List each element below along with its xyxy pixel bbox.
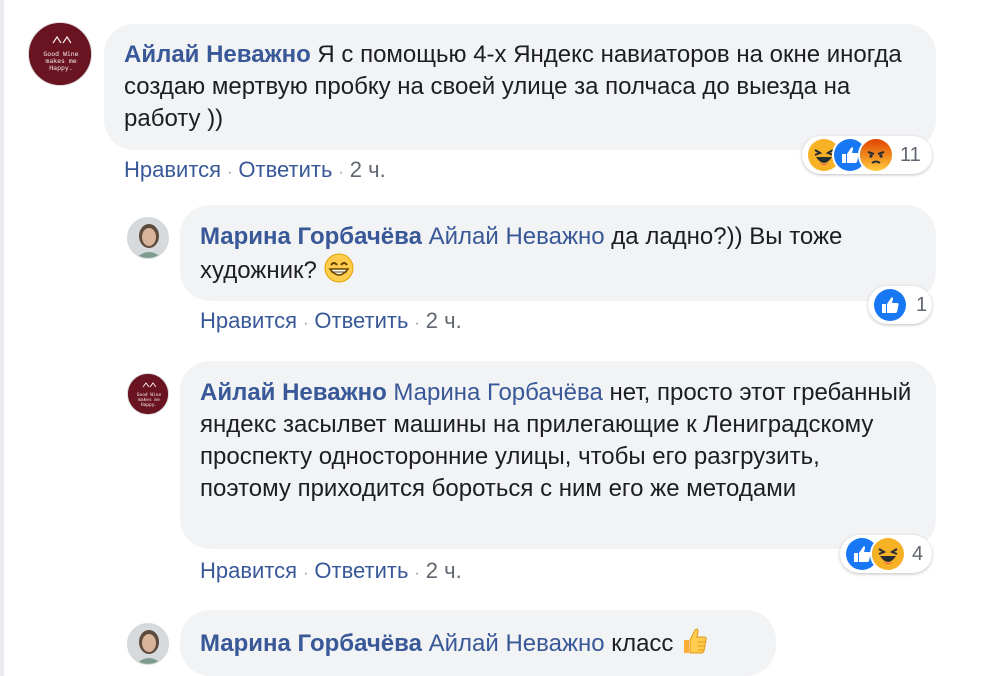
reactions-summary[interactable]: 4 bbox=[840, 535, 932, 573]
comment-actions: Нравится · Ответить · 2 ч. bbox=[124, 156, 386, 187]
thumbs-up-emoji-icon bbox=[680, 626, 708, 665]
avatar[interactable] bbox=[127, 217, 169, 259]
timestamp[interactable]: 2 ч. bbox=[350, 157, 386, 182]
haha-icon bbox=[870, 536, 906, 572]
separator-dot: · bbox=[303, 315, 309, 332]
svg-text:Happy.: Happy. bbox=[141, 402, 157, 408]
like-icon bbox=[872, 287, 908, 323]
reactions-summary[interactable]: 11 bbox=[802, 136, 932, 174]
avatar[interactable] bbox=[127, 623, 169, 665]
separator-dot: · bbox=[414, 315, 420, 332]
comment-author[interactable]: Марина Горбачёва bbox=[200, 223, 422, 250]
page-left-border bbox=[0, 0, 4, 676]
reactions-summary[interactable]: 1 bbox=[868, 286, 932, 324]
separator-dot: · bbox=[303, 565, 309, 582]
separator-dot: · bbox=[414, 565, 420, 582]
reaction-count: 1 bbox=[916, 293, 928, 316]
avatar-woman-photo bbox=[128, 218, 168, 258]
avatar[interactable]: Good Wine makes me Happy. bbox=[127, 373, 169, 415]
like-link[interactable]: Нравится bbox=[124, 157, 221, 182]
reaction-count: 11 bbox=[900, 143, 921, 166]
comment-text: класс bbox=[611, 630, 674, 657]
grinning-emoji-icon bbox=[324, 253, 354, 292]
comment-actions: Нравится · Ответить · 2 ч. bbox=[200, 557, 462, 588]
comment-author[interactable]: Марина Горбачёва bbox=[200, 630, 422, 657]
angry-icon bbox=[858, 137, 894, 173]
timestamp[interactable]: 2 ч. bbox=[426, 308, 462, 333]
reply-link[interactable]: Ответить bbox=[238, 157, 332, 182]
reply-link[interactable]: Ответить bbox=[314, 308, 408, 333]
avatar-wine-shirt-image: Good Wine makes me Happy. bbox=[128, 374, 168, 414]
reaction-count: 4 bbox=[912, 542, 924, 565]
comment-bubble: Айлай Неважно Марина Горбачёва нет, прос… bbox=[180, 361, 936, 549]
mention-link[interactable]: Айлай Неважно bbox=[429, 630, 605, 657]
like-link[interactable]: Нравится bbox=[200, 558, 297, 583]
avatar[interactable]: Good Wine makes me Happy. bbox=[28, 22, 92, 86]
avatar-wine-shirt-image: Good Wine makes me Happy. bbox=[29, 23, 91, 85]
timestamp[interactable]: 2 ч. bbox=[426, 558, 462, 583]
mention-link[interactable]: Марина Горбачёва bbox=[393, 379, 602, 406]
svg-text:Happy.: Happy. bbox=[49, 64, 72, 72]
separator-dot: · bbox=[227, 164, 233, 181]
mention-link[interactable]: Айлай Неважно bbox=[429, 223, 605, 250]
separator-dot: · bbox=[338, 164, 344, 181]
comment-actions: Нравится · Ответить · 2 ч. bbox=[200, 307, 462, 338]
comment-bubble: Марина Горбачёва Айлай Неважно да ладно?… bbox=[180, 205, 936, 301]
avatar-woman-photo bbox=[128, 624, 168, 664]
comment-author[interactable]: Айлай Неважно bbox=[124, 41, 311, 68]
like-link[interactable]: Нравится bbox=[200, 308, 297, 333]
comment-bubble: Марина Горбачёва Айлай Неважно класс bbox=[180, 610, 776, 676]
comment-bubble: Айлай Неважно Я с помощью 4-х Яндекс нав… bbox=[104, 24, 936, 150]
comment-author[interactable]: Айлай Неважно bbox=[200, 379, 387, 406]
reply-link[interactable]: Ответить bbox=[314, 558, 408, 583]
